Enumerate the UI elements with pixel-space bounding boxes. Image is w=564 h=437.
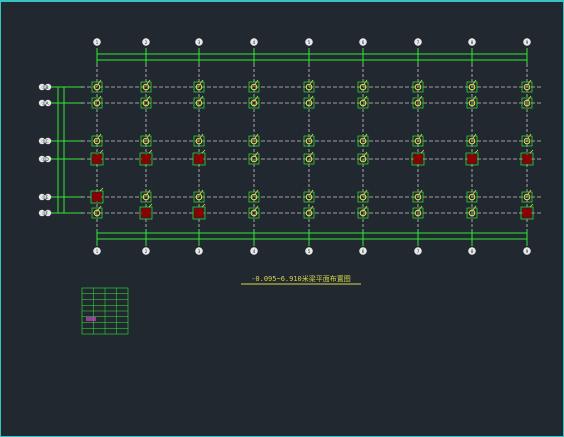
- column-large: [467, 154, 477, 164]
- legend-table: [81, 287, 129, 335]
- axis-bubble-bottom-1-label: 1: [96, 249, 99, 254]
- axis-bubble-left-label-0: ⑦B: [41, 85, 48, 91]
- axis-bubble-top-9-label: 9: [526, 40, 529, 45]
- axis-bubble-left-label-1: ⑦A: [41, 101, 49, 107]
- column-large: [194, 154, 204, 164]
- drawing-title: -0.095~6.910米梁平面布置图: [251, 274, 351, 283]
- axis-bubble-top-4-label: 4: [253, 40, 256, 45]
- structural-columns: [90, 79, 534, 220]
- axis-bubble-top-7-label: 7: [417, 40, 420, 45]
- axis-bubble-bottom-4-label: 4: [253, 249, 256, 254]
- axis-bubble-bottom-3-label: 3: [198, 249, 201, 254]
- axis-bubble-left-label-2: ⑦C: [41, 139, 48, 145]
- column-leader: [201, 149, 206, 154]
- column-leader: [529, 149, 534, 154]
- row-axis-bubbles-left: ⑦B ⑦A ⑦C ⑦D ⑦E ⑦F: [38, 83, 52, 217]
- column-large: [141, 154, 151, 164]
- axis-bubble-top-6-label: 6: [362, 40, 365, 45]
- axis-bubble-top-3-label: 3: [198, 40, 201, 45]
- column-large: [522, 208, 532, 218]
- cad-viewport[interactable]: 1 2 3 4 5 6 7 8 9 1 2 3 4 5 6 7 8 9 ⑦B ⑦A ⑦C ⑦D ⑦E ⑦F -0.095~…: [0, 0, 564, 437]
- axis-bubble-top-2-label: 2: [145, 40, 148, 45]
- axis-bubble-left-label-4: ⑦E: [42, 195, 49, 201]
- column-leader: [474, 149, 479, 154]
- column-axis-bubbles-top: 1 2 3 4 5 6 7 8 9: [93, 38, 531, 46]
- axis-bubble-top-1-label: 1: [96, 40, 99, 45]
- column-large: [194, 208, 204, 218]
- column-leader: [99, 149, 104, 154]
- structural-plan-drawing: 1 2 3 4 5 6 7 8 9 1 2 3 4 5 6 7 8 9 ⑦B ⑦A ⑦C ⑦D ⑦E ⑦F -0.095~…: [38, 38, 541, 335]
- column-large: [92, 154, 102, 164]
- column-leader: [148, 203, 153, 208]
- axis-bubble-top-5-label: 5: [308, 40, 311, 45]
- legend-swatch: [86, 317, 96, 321]
- axis-bubble-bottom-8-label: 8: [471, 249, 474, 254]
- axis-bubble-left-label-3: ⑦D: [41, 157, 49, 163]
- column-large: [413, 154, 423, 164]
- axis-bubble-bottom-2-label: 2: [145, 249, 148, 254]
- axis-bubble-bottom-6-label: 6: [362, 249, 365, 254]
- axis-bubble-bottom-9-label: 9: [526, 249, 529, 254]
- column-leader: [148, 149, 153, 154]
- column-large: [141, 208, 151, 218]
- column-large: [92, 192, 102, 202]
- column-leader: [529, 203, 534, 208]
- axis-bubble-left-label-5: ⑦F: [42, 211, 49, 217]
- dimension-lines: [51, 48, 528, 246]
- column-axis-bubbles-bottom: 1 2 3 4 5 6 7 8 9: [93, 247, 531, 255]
- axis-bubble-bottom-7-label: 7: [417, 249, 420, 254]
- axis-bubble-bottom-5-label: 5: [308, 249, 311, 254]
- column-leader: [99, 187, 104, 192]
- column-large: [522, 154, 532, 164]
- axis-bubble-top-8-label: 8: [471, 40, 474, 45]
- column-leader: [420, 149, 425, 154]
- column-leader: [201, 203, 206, 208]
